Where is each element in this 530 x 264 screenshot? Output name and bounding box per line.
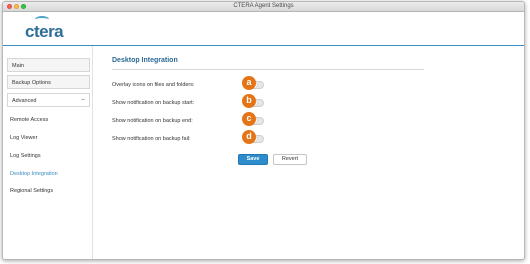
sidebar-item-remote-access[interactable]: Remote Access bbox=[10, 117, 48, 123]
sidebar-section-label: Advanced bbox=[12, 98, 37, 104]
sidebar-item-log-viewer[interactable]: Log Viewer bbox=[10, 135, 37, 141]
title-divider bbox=[112, 69, 424, 70]
sidebar-section-advanced[interactable]: Advanced – bbox=[7, 93, 90, 107]
collapse-icon[interactable]: – bbox=[81, 96, 85, 103]
setting-row-backup-fail: Show notification on backup fail: d bbox=[112, 130, 432, 146]
callout-badge: d bbox=[242, 130, 256, 144]
save-button[interactable]: Save bbox=[238, 154, 268, 165]
setting-row-backup-end: Show notification on backup end: c bbox=[112, 112, 432, 128]
sidebar-section-label: Backup Options bbox=[12, 80, 51, 86]
setting-label: Show notification on backup start: bbox=[112, 100, 195, 106]
page-title: Desktop Integration bbox=[112, 57, 178, 64]
main-content: Desktop Integration Overlay icons on fil… bbox=[97, 46, 524, 259]
title-bar: CTERA Agent Settings bbox=[3, 2, 524, 12]
sidebar-item-log-settings[interactable]: Log Settings bbox=[10, 153, 41, 159]
setting-label: Show notification on backup fail: bbox=[112, 136, 191, 142]
setting-row-backup-start: Show notification on backup start: b bbox=[112, 94, 432, 110]
callout-badge: c bbox=[242, 112, 256, 126]
app-header: ctera bbox=[3, 13, 524, 45]
settings-window: CTERA Agent Settings ctera Main Backup O… bbox=[2, 1, 525, 260]
setting-label: Overlay icons on files and folders: bbox=[112, 82, 195, 88]
callout-badge: b bbox=[242, 94, 256, 108]
callout-badge: a bbox=[242, 76, 256, 90]
sidebar-section-label: Main bbox=[12, 63, 24, 69]
sidebar-section-backup-options[interactable]: Backup Options bbox=[7, 75, 90, 89]
sidebar-item-regional-settings[interactable]: Regional Settings bbox=[10, 188, 53, 194]
window-title: CTERA Agent Settings bbox=[233, 3, 294, 9]
revert-button[interactable]: Revert bbox=[273, 154, 307, 165]
sidebar-section-main[interactable]: Main bbox=[7, 58, 90, 72]
ctera-logo: ctera bbox=[25, 22, 64, 41]
sidebar: Main Backup Options Advanced – Remote Ac… bbox=[3, 46, 93, 259]
setting-label: Show notification on backup end: bbox=[112, 118, 193, 124]
sidebar-item-desktop-integration[interactable]: Desktop Integration bbox=[10, 171, 58, 177]
setting-row-overlay-icons: Overlay icons on files and folders: a bbox=[112, 76, 432, 92]
